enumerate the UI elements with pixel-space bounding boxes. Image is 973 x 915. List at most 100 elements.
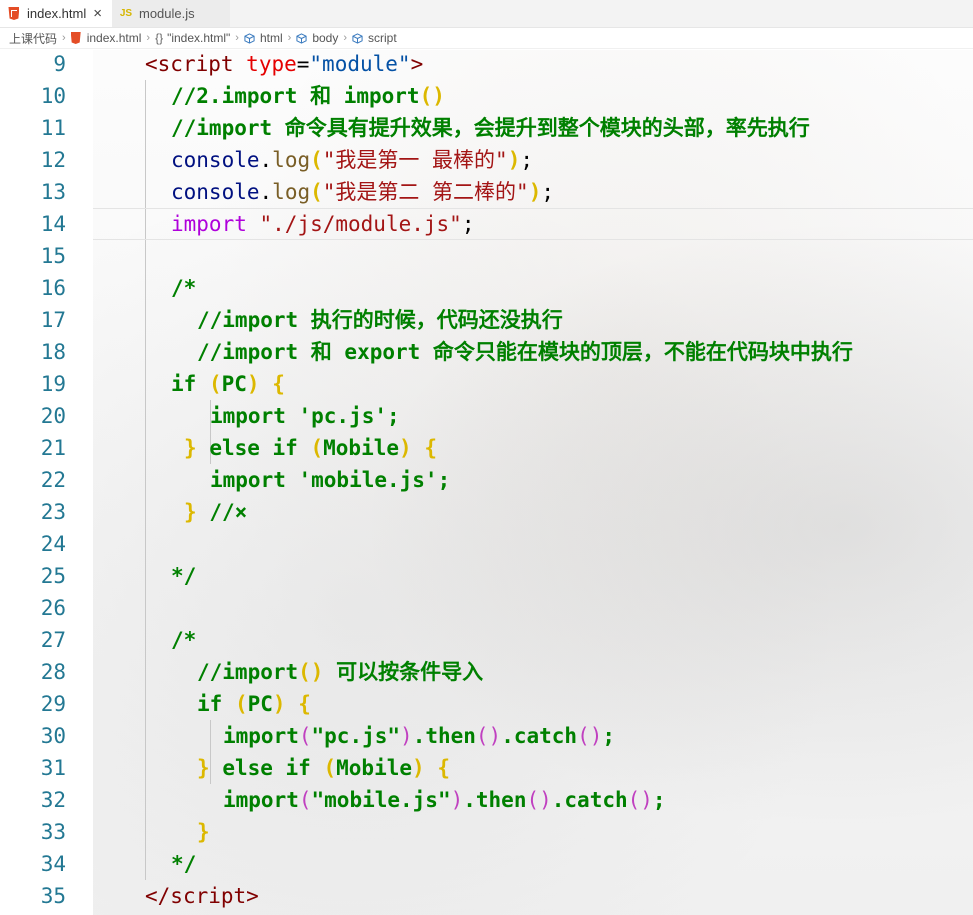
chevron-right-icon: › [235, 32, 239, 44]
token: ( [298, 724, 312, 748]
token: /* [171, 276, 197, 300]
token: Mobile [336, 756, 412, 780]
code-line: if (PC) { [171, 368, 285, 400]
token: //import 执行的时候，代码还没执行 [197, 308, 563, 332]
code-line: import "./js/module.js"; [171, 208, 474, 240]
line-number: 35 [40, 884, 66, 908]
token: ; [541, 180, 555, 204]
token: type [246, 52, 297, 76]
token: } [184, 436, 197, 460]
token: import [223, 724, 299, 748]
token: () [298, 660, 324, 684]
token: "我是第二 第二棒的" [322, 180, 529, 204]
code-line: if (PC) { [197, 688, 311, 720]
line-number: 19 [40, 372, 66, 396]
line-number: 29 [40, 692, 66, 716]
token: log [272, 180, 311, 204]
breadcrumb: 上课代码 › index.html › {} "index.html" › ht… [0, 28, 973, 49]
token: script [170, 884, 247, 908]
line-number: 10 [40, 84, 66, 108]
token: ( [234, 692, 248, 716]
cube-icon [244, 32, 255, 44]
breadcrumb-body[interactable]: body [312, 31, 338, 45]
token: } [184, 500, 197, 524]
code-line: } [197, 816, 210, 848]
token: </ [145, 884, 171, 908]
token: > [410, 52, 424, 76]
line-number: 15 [40, 244, 66, 268]
token: .catch [551, 788, 628, 812]
token: ( [310, 148, 323, 172]
token: ; [461, 212, 475, 236]
token: = [296, 52, 310, 76]
token: ; [652, 788, 666, 812]
line-number: 21 [40, 436, 66, 460]
token: else if [209, 436, 298, 460]
tab-label: module.js [139, 6, 195, 21]
token: } [197, 756, 210, 780]
line-number: 25 [40, 564, 66, 588]
token: .then [412, 724, 476, 748]
line-number: 34 [40, 852, 66, 876]
chevron-right-icon: › [146, 32, 151, 44]
token: ( [208, 372, 222, 396]
token: ) [528, 180, 542, 204]
token: "我是第一 最棒的" [322, 148, 508, 172]
line-number: 14 [40, 212, 66, 236]
code-editor[interactable]: <script type="module"> //2.import 和 impo… [93, 48, 973, 915]
token: ; [602, 724, 616, 748]
token: () [627, 788, 653, 812]
token: . [259, 148, 273, 172]
token: () [475, 724, 502, 748]
token: //import [197, 660, 299, 684]
token: ) [450, 788, 464, 812]
html5-icon [70, 32, 81, 44]
token: ) [399, 436, 412, 460]
breadcrumb-file[interactable]: index.html [87, 31, 142, 45]
token: > [246, 884, 259, 908]
token: script [157, 52, 234, 76]
line-number: 31 [40, 756, 66, 780]
token: console [171, 148, 260, 172]
breadcrumb-element[interactable]: "index.html" [167, 31, 230, 45]
breadcrumb-html[interactable]: html [260, 31, 283, 45]
tab-index-html[interactable]: index.html × [0, 0, 112, 27]
token: /* [171, 628, 197, 652]
tab-bar: index.html × JS module.js [0, 0, 973, 28]
line-number: 32 [40, 788, 66, 812]
line-number: 18 [40, 340, 66, 364]
code-line: } else if (Mobile) { [184, 432, 437, 464]
token: ; [520, 148, 534, 172]
token: "module" [309, 52, 411, 76]
breadcrumb-script[interactable]: script [368, 31, 397, 45]
chevron-right-icon: › [287, 32, 292, 44]
tab-module-js[interactable]: JS module.js [112, 0, 230, 27]
token: < [145, 52, 158, 76]
code-line: //import 和 export 命令只能在模块的顶层，不能在代码块中执行 [197, 336, 853, 368]
token: //2.import 和 import [171, 84, 420, 108]
token: () [526, 788, 552, 812]
code-line: //import 命令具有提升效果，会提升到整个模块的头部，率先执行 [171, 112, 810, 144]
token: else if [222, 756, 311, 780]
line-number-gutter: 9 10 11 12 13 14 15 16 17 18 19 20 21 22… [0, 50, 93, 915]
code-line: } //× [184, 496, 247, 528]
code-line: /* [171, 272, 196, 304]
code-line: */ [171, 560, 196, 592]
code-line: console.log("我是第二 第二棒的"); [171, 176, 554, 208]
line-number: 11 [40, 116, 66, 140]
line-number: 12 [40, 148, 66, 172]
breadcrumb-folder[interactable]: 上课代码 [9, 30, 57, 47]
code-line: /* [171, 624, 196, 656]
token: { [424, 436, 437, 460]
line-number: 26 [40, 596, 66, 620]
token: */ [171, 564, 197, 588]
close-icon[interactable]: × [93, 5, 102, 22]
html5-icon [6, 6, 22, 22]
token: .catch [501, 724, 578, 748]
token: ) [412, 756, 425, 780]
code-line: } else if (Mobile) { [197, 752, 450, 784]
cube-icon [296, 32, 307, 44]
code-line: //2.import 和 import() [171, 80, 445, 112]
token: PC [221, 372, 247, 396]
token: console [171, 180, 260, 204]
